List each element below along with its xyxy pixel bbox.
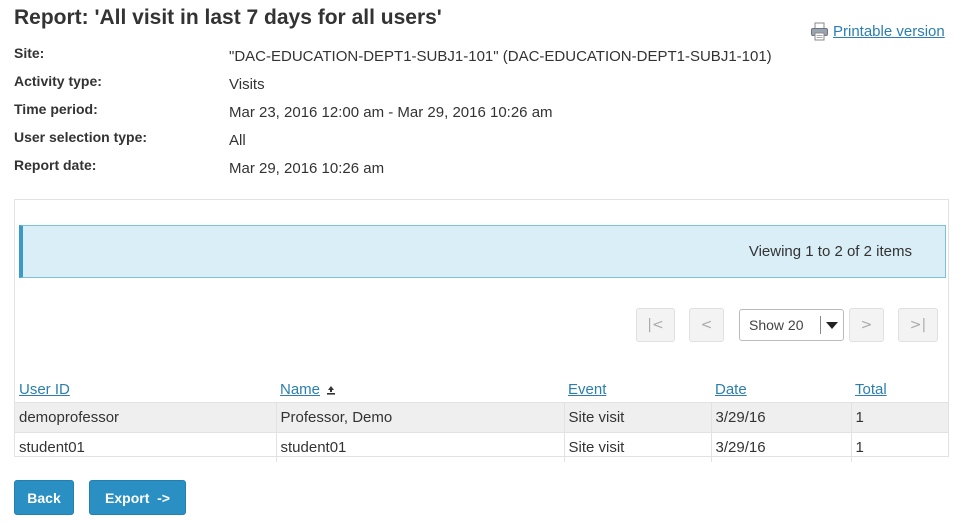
column-header-event: Event (564, 370, 711, 403)
cell-date: 3/29/16 (710, 432, 851, 462)
previous-page-button[interactable]: < (689, 308, 724, 342)
select-divider (820, 316, 821, 334)
table-row: student01 student01 Site visit 3/29/16 1 (15, 432, 948, 462)
sort-user-id-link[interactable]: User ID (19, 381, 70, 398)
first-page-button[interactable]: |< (636, 308, 675, 342)
viewing-count: Viewing 1 to 2 of 2 items (748, 243, 912, 260)
meta-row-activity-type: Activity type: Visits (14, 73, 914, 101)
page-size-select[interactable]: Show 20 (739, 309, 844, 341)
cell-event: Site visit (563, 432, 711, 462)
table-row: demoprofessor Professor, Demo Site visit… (15, 402, 948, 433)
page-size-value: Show 20 (749, 317, 804, 333)
sort-event-link[interactable]: Event (568, 381, 606, 398)
meta-label: Time period: (14, 101, 98, 117)
table-header-row: User ID Name Event Date Total (15, 370, 948, 403)
meta-value: All (229, 132, 246, 149)
meta-value: Visits (229, 76, 265, 93)
cell-date: 3/29/16 (710, 402, 851, 433)
meta-label: Activity type: (14, 73, 102, 89)
results-table: User ID Name Event Date Total demoprofes… (15, 370, 948, 462)
printable-version-link[interactable]: Printable version (810, 22, 945, 41)
column-header-total: Total (851, 370, 948, 403)
meta-label: User selection type: (14, 129, 148, 145)
info-bar: Viewing 1 to 2 of 2 items (19, 225, 946, 278)
meta-label: Report date: (14, 157, 97, 173)
printable-version-label[interactable]: Printable version (833, 23, 945, 40)
meta-value: "DAC-EDUCATION-DEPT1-SUBJ1-101" (DAC-EDU… (229, 48, 772, 65)
page-title: Report: 'All visit in last 7 days for al… (14, 6, 442, 29)
report-details: Site: "DAC-EDUCATION-DEPT1-SUBJ1-101" (D… (14, 45, 914, 185)
printer-icon (810, 22, 829, 41)
meta-row-report-date: Report date: Mar 29, 2016 10:26 am (14, 157, 914, 185)
cell-name: Professor, Demo (275, 402, 564, 433)
column-header-user-id: User ID (15, 370, 276, 403)
results-panel: Viewing 1 to 2 of 2 items |< < Show 20 >… (14, 199, 949, 462)
meta-row-site: Site: "DAC-EDUCATION-DEPT1-SUBJ1-101" (D… (14, 45, 914, 73)
cell-user-id: student01 (19, 439, 85, 456)
chevron-down-icon (826, 322, 838, 329)
meta-value: Mar 23, 2016 12:00 am - Mar 29, 2016 10:… (229, 104, 553, 121)
cell-total: 1 (850, 432, 948, 462)
column-header-date: Date (711, 370, 851, 403)
meta-row-user-selection: User selection type: All (14, 129, 914, 157)
meta-label: Site: (14, 45, 45, 61)
sort-name-link[interactable]: Name (280, 381, 320, 398)
cell-total: 1 (850, 402, 948, 433)
last-page-button[interactable]: >| (898, 308, 938, 342)
cell-event: Site visit (563, 402, 711, 433)
meta-value: Mar 29, 2016 10:26 am (229, 160, 385, 177)
sort-date-link[interactable]: Date (715, 381, 747, 398)
column-header-name: Name (276, 370, 564, 403)
back-button[interactable]: Back (14, 480, 74, 515)
sort-ascending-icon (326, 382, 336, 395)
next-page-button[interactable]: > (849, 308, 884, 342)
export-button[interactable]: Export -> (89, 480, 186, 515)
sort-total-link[interactable]: Total (855, 381, 887, 398)
cell-name: student01 (275, 432, 564, 462)
cell-user-id: demoprofessor (15, 402, 276, 433)
meta-row-time-period: Time period: Mar 23, 2016 12:00 am - Mar… (14, 101, 914, 129)
